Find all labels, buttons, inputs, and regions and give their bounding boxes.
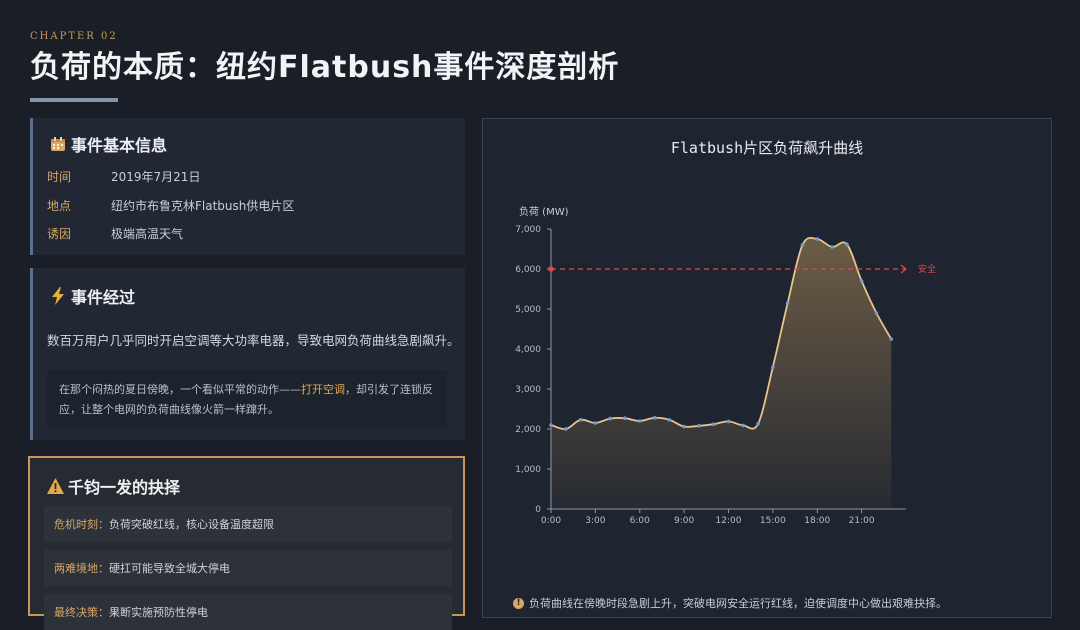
data-point [889,337,894,341]
data-point [771,365,775,369]
x-tick-label: 6:00 [630,516,650,526]
data-point [726,419,731,424]
option-value: 果断实施预防性停电 [109,606,208,619]
data-point [593,421,598,425]
x-tick-label: 12:00 [716,516,742,526]
decision-heading: 千钧一发的抉择 [46,474,180,498]
data-point [859,279,864,283]
data-point [682,424,686,429]
story-summary: 数百万用户几乎同时开启空调等大功率电器，导致电网负荷曲线急剧飙升。 [47,333,460,348]
quote-text-a: 在那个闷热的夏日傍晚，一个看似平常的动作—— [59,383,301,396]
data-point [637,419,642,423]
decision-option: 两难境地： 硬扛可能导致全城大停电 [44,550,452,586]
data-point [815,237,820,241]
load-chart: 负荷 (MW) 0 1,000 2,000 3,000 4,000 5,000 6,000 7,… [515,205,936,526]
data-point [549,423,553,427]
info-value: 极端高温天气 [111,227,184,241]
chart-note-text: 负荷曲线在傍晚时段急剧上升，突破电网安全运行红线，迫使调度中心做出艰难抉择。 [529,597,947,610]
y-tick-label: 5,000 [515,305,541,315]
event-info-card: 事件基本信息 时间 2019年7月21日 地点 纽约市布鲁克林Flatbush供… [30,118,465,255]
info-row-place: 地点 纽约市布鲁克林Flatbush供电片区 [47,197,294,214]
data-point [608,416,612,421]
y-tick-label: 0 [535,505,541,515]
data-point [756,422,760,426]
data-point [652,416,657,420]
data-point [741,423,746,428]
event-info-title: 事件基本信息 [71,136,168,155]
info-row-cause: 诱因 极端高温天气 [47,225,183,242]
event-story-heading: 事件经过 [49,284,135,308]
data-point [830,245,834,249]
option-value: 负荷突破红线，核心设备温度超限 [109,518,274,531]
data-point [711,422,716,427]
x-tick-label: 21:00 [849,516,875,526]
info-key: 诱因 [47,227,72,241]
y-axis-label: 负荷 (MW) [519,205,569,218]
series-area [551,237,892,510]
info-row-time: 时间 2019年7月21日 [47,168,200,185]
data-point [874,311,879,315]
data-point [800,243,805,247]
y-tick-label: 1,000 [515,465,541,475]
threshold-label: 安全 [918,263,936,275]
y-tick-label: 3,000 [515,385,541,395]
title-underline [30,98,118,102]
chart-card: Flatbush片区负荷飙升曲线 负荷 (MW) 0 1,000 2,000 3,000… [482,118,1052,618]
decision-title: 千钧一发的抉择 [68,478,181,497]
option-value: 硬扛可能导致全城大停电 [109,562,230,575]
chart-note: ! 负荷曲线在傍晚时段急剧上升，突破电网安全运行红线，迫使调度中心做出艰难抉择。 [513,595,947,611]
data-point [845,242,849,246]
x-tick-label: 15:00 [760,516,786,526]
y-tick-label: 2,000 [515,425,541,435]
decision-card: 千钧一发的抉择 危机时刻： 负荷突破红线，核心设备温度超限 两难境地： 硬扛可能… [28,456,465,630]
quote-highlight: 打开空调 [301,383,345,396]
event-story-title: 事件经过 [71,288,136,307]
info-key: 地点 [47,199,72,213]
option-key: 危机时刻： [54,518,109,531]
event-info-heading: 事件基本信息 [49,132,167,156]
lightning-icon [49,287,67,305]
data-point [623,416,627,421]
info-value: 纽约市布鲁克林Flatbush供电片区 [111,199,295,213]
chapter-label: CHAPTER 02 [30,31,118,42]
decision-option: 危机时刻： 负荷突破红线，核心设备温度超限 [44,506,452,542]
data-point [563,427,568,431]
data-point [697,424,701,428]
x-tick-label: 18:00 [804,516,830,526]
calendar-icon [49,135,67,153]
warning-icon [46,477,64,495]
event-story-card: 事件经过 数百万用户几乎同时开启空调等大功率电器，导致电网负荷曲线急剧飙升。 在… [30,268,465,440]
info-key: 时间 [47,170,72,184]
y-tick-label: 4,000 [515,345,541,355]
option-key: 最终决策： [54,606,109,619]
story-quote: 在那个闷热的夏日傍晚，一个看似平常的动作——打开空调，却引发了连锁反应，让整个电… [47,370,447,428]
info-value: 2019年7月21日 [111,170,201,184]
x-tick-label: 0:00 [541,516,561,526]
y-tick-label: 6,000 [515,265,541,275]
data-point [785,301,790,305]
x-tick-label: 3:00 [585,516,605,526]
x-tick-label: 9:00 [674,516,694,526]
decision-option: 最终决策： 果断实施预防性停电 [44,594,452,630]
page-title: 负荷的本质：纽约Flatbush事件深度剖析 [30,50,620,85]
data-point [578,418,583,422]
y-tick-label: 7,000 [515,225,541,235]
data-point [667,418,672,422]
option-key: 两难境地： [54,562,109,575]
